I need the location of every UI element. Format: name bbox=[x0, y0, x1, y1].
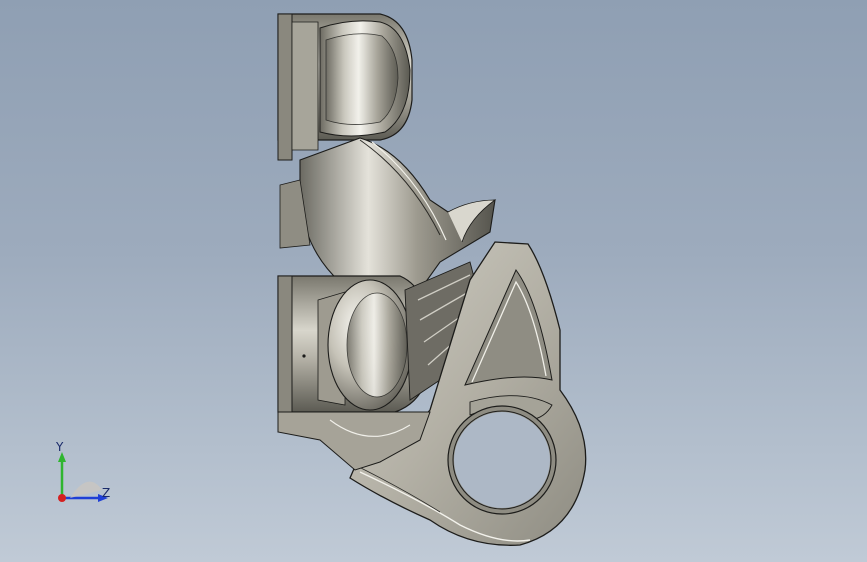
x-axis-dot bbox=[58, 494, 66, 502]
coordinate-triad: Y Z bbox=[40, 440, 130, 520]
pin-hole-mark bbox=[302, 354, 306, 358]
axis-plane-indicator bbox=[70, 481, 102, 498]
cad-model-bracket[interactable] bbox=[0, 0, 867, 562]
z-axis-label: Z bbox=[102, 486, 111, 500]
graphics-viewport[interactable]: Y Z bbox=[0, 0, 867, 562]
upper-clamp-body bbox=[277, 13, 413, 161]
y-axis-label: Y bbox=[56, 440, 64, 454]
